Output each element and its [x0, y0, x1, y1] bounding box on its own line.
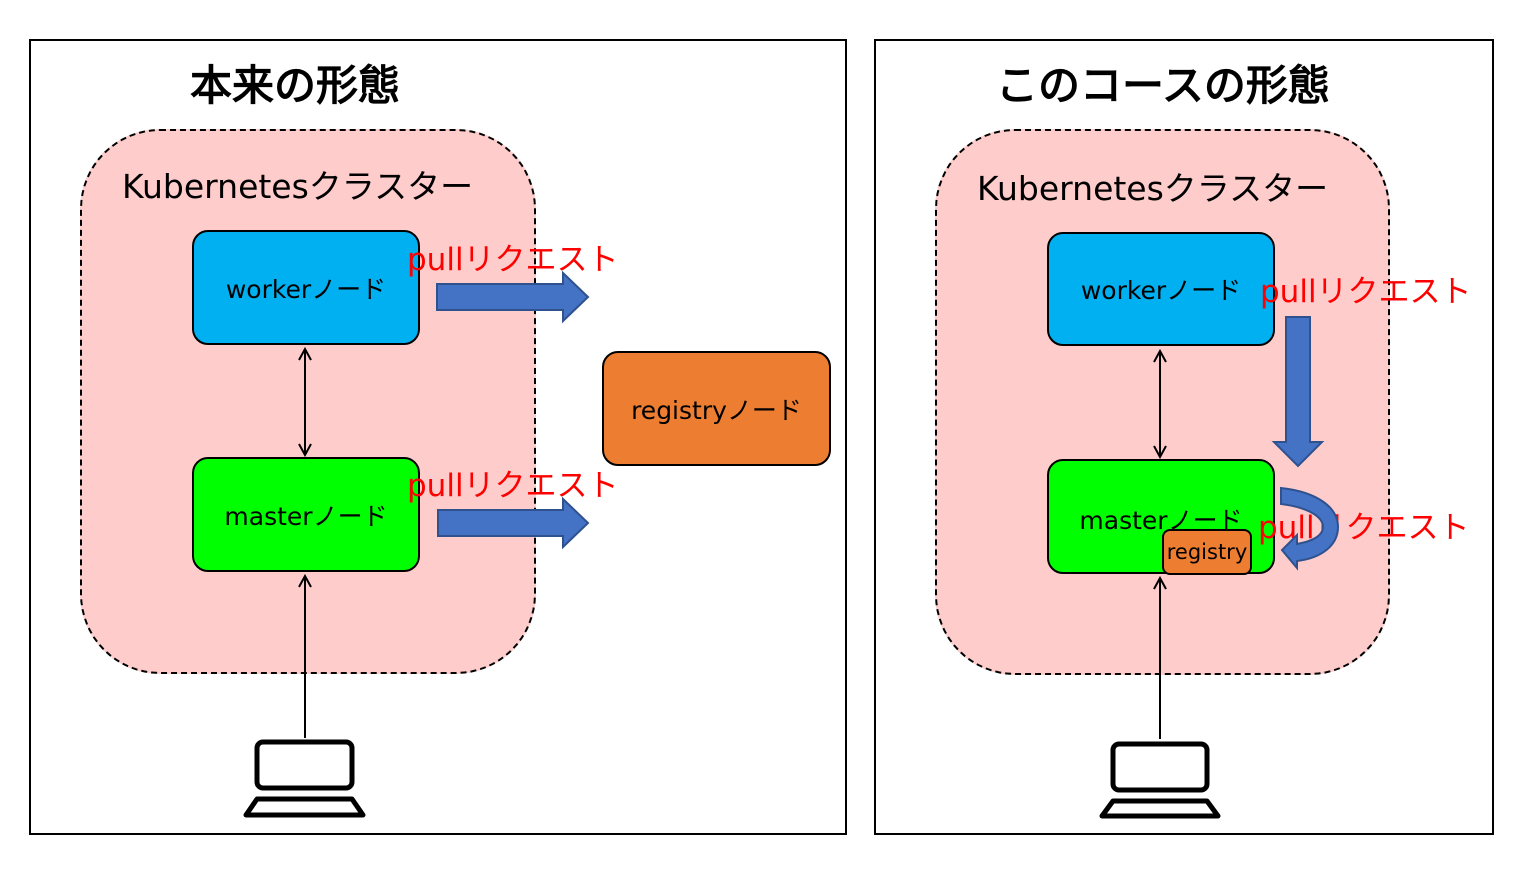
left-pull-arrow-worker [436, 270, 590, 324]
left-pull-arrow-master [437, 496, 590, 550]
diagram-overlay [243, 270, 1340, 819]
right-pull-arrow-master [1280, 486, 1340, 571]
right-pull-arrow-worker [1271, 316, 1325, 468]
laptop-icon [243, 739, 366, 818]
laptop-icon [1099, 741, 1221, 819]
